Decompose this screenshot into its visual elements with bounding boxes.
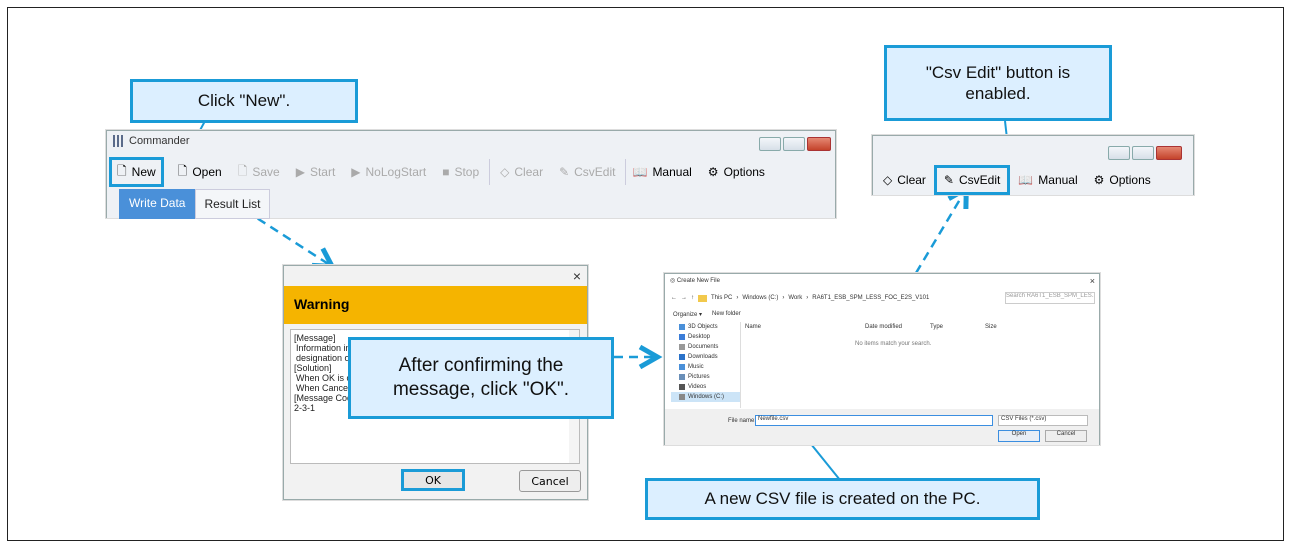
cancel-button[interactable]: Cancel — [1045, 430, 1087, 442]
documents-icon — [679, 344, 685, 350]
create-file-dialog: ◎ Create New File × ← → ↑ This PC › Windows … — [664, 273, 1100, 445]
pictures-icon — [679, 374, 685, 380]
nav-item[interactable]: Desktop — [671, 332, 740, 342]
cancel-button[interactable]: Cancel — [519, 470, 581, 492]
minimize-button[interactable] — [1108, 146, 1130, 160]
csvedit-button[interactable]: ✎ CsvEdit — [933, 165, 1011, 195]
close-button[interactable] — [1156, 146, 1182, 160]
new-folder-button[interactable]: New folder — [712, 311, 741, 318]
open-file-icon: 🗋 — [177, 163, 188, 178]
open-button[interactable]: 🗋 Open — [172, 159, 228, 185]
organize-button[interactable]: Organize ▾ — [673, 311, 702, 318]
callout-click-new: Click "New". — [130, 79, 358, 123]
new-file-icon: 🗋 — [117, 163, 127, 178]
options-button[interactable]: ⚙ Options — [702, 159, 771, 185]
gear-icon: ⚙ — [1093, 173, 1105, 187]
play-icon: ▶ — [351, 165, 361, 179]
nologstart-button[interactable]: ▶ NoLogStart — [345, 159, 432, 185]
drive-icon — [679, 394, 685, 400]
callout-confirm-ok: After confirming the message, click "OK"… — [348, 337, 614, 419]
column-size[interactable]: Size — [985, 324, 1025, 330]
commander-tabs: Write Data Result List — [119, 189, 270, 219]
desktop-icon — [679, 334, 685, 340]
nav-item[interactable]: Videos — [671, 382, 740, 392]
file-dialog-footer: File name: Newfile.csv CSV Files (*.csv)… — [665, 409, 1099, 445]
nav-pane: 3D Objects Desktop Documents Downloads Music… — [671, 322, 741, 408]
close-button[interactable] — [807, 137, 831, 151]
folder-icon — [698, 294, 707, 302]
eraser-icon: ◇ — [500, 165, 510, 179]
nav-item[interactable]: Downloads — [671, 352, 740, 362]
minimize-button[interactable] — [759, 137, 781, 151]
options-button[interactable]: ⚙ Options — [1088, 167, 1157, 193]
eraser-icon: ◇ — [883, 173, 893, 187]
book-icon: 📖 — [1018, 173, 1034, 187]
tab-write-data[interactable]: Write Data — [119, 189, 196, 219]
commander-titlebar: Commander — [113, 135, 190, 147]
column-type[interactable]: Type — [930, 324, 985, 330]
close-icon[interactable]: × — [1090, 276, 1095, 286]
book-icon: 📖 — [632, 165, 648, 179]
save-button[interactable]: 🗋 Save — [232, 159, 286, 185]
tab-result-list[interactable]: Result List — [195, 189, 270, 219]
commander-title: Commander — [129, 135, 190, 147]
warning-title-bar: Warning — [284, 286, 587, 324]
start-button[interactable]: ▶ Start — [290, 159, 342, 185]
ok-button[interactable]: OK — [401, 469, 465, 491]
stop-icon: ■ — [442, 165, 450, 179]
back-icon[interactable]: ← — [671, 295, 677, 301]
nav-item[interactable]: Windows (C:) — [671, 392, 740, 402]
warning-title: Warning — [294, 296, 350, 312]
manual-button[interactable]: 📖 Manual — [625, 159, 697, 185]
close-icon[interactable]: × — [573, 268, 581, 284]
commander-toolbar-enabled: ◇ Clear ✎ CsvEdit 📖 Manual ⚙ Options — [872, 135, 1194, 195]
maximize-button[interactable] — [783, 137, 805, 151]
pencil-icon: ✎ — [943, 173, 954, 187]
app-grid-icon — [113, 135, 125, 147]
pencil-icon: ✎ — [559, 165, 570, 179]
search-input[interactable]: Search RA6T1_ESB_SPM_LES... — [1005, 292, 1095, 304]
commander-window: Commander 🗋 New 🗋 Open 🗋 Save ▶ Start ▶ NoLog… — [106, 130, 836, 219]
gear-icon: ⚙ — [707, 165, 719, 179]
cube-icon — [679, 324, 685, 330]
manual-button[interactable]: 📖 Manual — [1012, 167, 1083, 193]
address-bar[interactable]: ← → ↑ This PC › Windows (C:) › Work › RA6T1_ESB_… — [671, 292, 991, 304]
column-date-modified[interactable]: Date modified — [865, 324, 930, 330]
downloads-icon — [679, 354, 685, 360]
nav-item[interactable]: Pictures — [671, 372, 740, 382]
arrow-filedialog-to-csvedit — [914, 191, 965, 274]
videos-icon — [679, 384, 685, 390]
new-button[interactable]: 🗋 New — [109, 157, 164, 187]
filename-input[interactable]: Newfile.csv — [755, 415, 993, 426]
play-icon: ▶ — [295, 165, 305, 179]
empty-message: No items match your search. — [855, 341, 932, 347]
nav-item[interactable]: 3D Objects — [671, 322, 740, 332]
forward-icon[interactable]: → — [681, 295, 687, 301]
commander-toolbar: 🗋 New 🗋 Open 🗋 Save ▶ Start ▶ NoLogStart ■ Sto… — [109, 157, 771, 187]
maximize-button[interactable] — [1132, 146, 1154, 160]
open-button[interactable]: Open — [998, 430, 1040, 442]
file-list-header: Name Date modified Type Size — [745, 324, 1095, 330]
nav-item[interactable]: Documents — [671, 342, 740, 352]
dialog-icon: ◎ — [670, 278, 677, 284]
save-icon: 🗋 — [237, 163, 248, 178]
filetype-select[interactable]: CSV Files (*.csv) — [998, 415, 1088, 426]
stop-button[interactable]: ■ Stop — [436, 159, 485, 185]
callout-csv-created: A new CSV file is created on the PC. — [645, 478, 1040, 520]
callout-csv-enabled: "Csv Edit" button is enabled. — [884, 45, 1112, 121]
csvedit-button[interactable]: ✎ CsvEdit — [553, 159, 621, 185]
dialog-title: Create New File — [676, 278, 720, 284]
clear-button[interactable]: ◇ Clear — [489, 159, 549, 185]
up-icon[interactable]: ↑ — [691, 295, 694, 301]
column-name[interactable]: Name — [745, 324, 865, 330]
music-icon — [679, 364, 685, 370]
filename-label: File name: — [728, 418, 757, 424]
clear-button[interactable]: ◇ Clear — [877, 167, 932, 193]
nav-item[interactable]: Music — [671, 362, 740, 372]
